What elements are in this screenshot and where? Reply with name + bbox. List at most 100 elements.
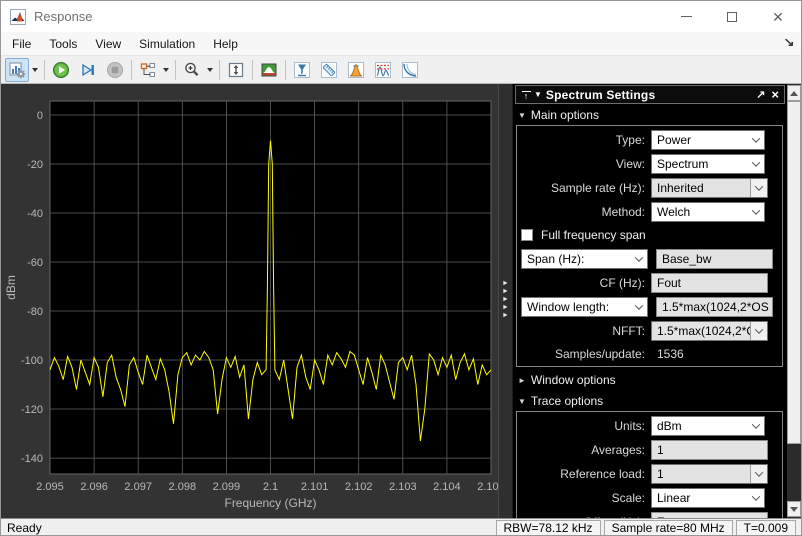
step-forward-button[interactable]: [76, 58, 100, 82]
span-input[interactable]: Base_bw: [656, 249, 773, 269]
type-label: Type:: [615, 133, 645, 147]
svg-text:2.1: 2.1: [263, 481, 278, 493]
zoom-dropdown[interactable]: [204, 58, 215, 82]
close-button[interactable]: ✕: [755, 1, 801, 32]
span-mode-select[interactable]: Span (Hz):: [521, 249, 648, 269]
caret-down-icon: [162, 67, 169, 72]
title-bar: Response ✕: [1, 1, 801, 32]
run-button[interactable]: [49, 58, 73, 82]
section-window-options[interactable]: ► Window options: [513, 369, 787, 390]
full-frequency-span-row: Full frequency span: [521, 225, 779, 245]
fit-to-view-button[interactable]: [224, 58, 248, 82]
maximize-button[interactable]: [709, 1, 755, 32]
menu-view[interactable]: View: [86, 33, 130, 55]
status-rbw: RBW=78.12 kHz: [495, 520, 601, 535]
svg-text:2.095: 2.095: [36, 481, 64, 493]
panel-splitter[interactable]: ► ► ► ► ►: [498, 84, 513, 518]
ccdf-measurements-button[interactable]: [398, 58, 422, 82]
full-frequency-span-checkbox[interactable]: [521, 229, 533, 241]
main-content: 2.095 2.096 2.097 2.098 2.099 2.1 2.101 2.102 2.…: [1, 84, 801, 518]
sample-rate-combo[interactable]: Inherited: [651, 178, 768, 198]
stop-icon: [107, 61, 123, 78]
undock-panel-icon[interactable]: ↗: [756, 88, 765, 101]
zoom-in-button[interactable]: [180, 58, 204, 82]
matlab-app-icon: [10, 8, 26, 25]
simulink-model-button[interactable]: [136, 58, 160, 82]
fit-to-view-icon: [228, 62, 244, 77]
window-length-input[interactable]: 1.5*max(1024,2*OS: [656, 297, 773, 317]
main-options-group: Type: Power View: Spectrum Sample rate (…: [516, 125, 783, 367]
section-main-options[interactable]: ▼ Main options: [513, 104, 787, 125]
scale-select[interactable]: Linear: [651, 488, 765, 508]
ccdf-measurements-icon: [402, 61, 418, 78]
svg-text:-60: -60: [27, 257, 43, 269]
menu-bar: File Tools View Simulation Help ↘: [1, 32, 801, 56]
status-ready: Ready: [7, 521, 42, 535]
svg-text:2.102: 2.102: [345, 481, 373, 493]
svg-text:Frequency (GHz): Frequency (GHz): [224, 496, 316, 510]
simulink-model-dropdown[interactable]: [160, 58, 171, 82]
settings-panel-header: ↑ ▼ Spectrum Settings ↗ ×: [515, 85, 785, 104]
menu-help[interactable]: Help: [204, 33, 247, 55]
spectrum-settings-dropdown[interactable]: [29, 58, 40, 82]
zoom-in-icon: [185, 62, 199, 76]
minimize-button[interactable]: [663, 1, 709, 32]
dock-icon[interactable]: ↘: [783, 35, 794, 49]
window-length-mode-select[interactable]: Window length:: [521, 297, 648, 317]
spectrum-settings-panel: ↑ ▼ Spectrum Settings ↗ × ▼ Main options…: [513, 84, 787, 518]
type-select[interactable]: Power: [651, 130, 765, 150]
close-icon: ✕: [772, 8, 784, 25]
svg-text:2.098: 2.098: [169, 481, 197, 493]
spectrum-settings-button[interactable]: [5, 57, 29, 82]
spectrum-view-button[interactable]: [257, 58, 281, 82]
distortion-measurements-button[interactable]: [371, 58, 395, 82]
chevron-down-icon: [747, 155, 764, 173]
cursor-measurements-button[interactable]: [317, 58, 341, 82]
toolbar: [1, 56, 801, 84]
svg-text:-120: -120: [21, 404, 43, 416]
svg-text:2.103: 2.103: [389, 481, 417, 493]
sample-rate-label: Sample rate (Hz):: [550, 181, 645, 195]
reference-load-combo[interactable]: 1: [651, 464, 768, 484]
chevron-down-icon: [747, 417, 764, 435]
pin-panel-icon[interactable]: ↑: [520, 86, 532, 104]
stop-button[interactable]: [103, 58, 127, 82]
collapse-panel-icon[interactable]: ▼: [534, 90, 542, 99]
cf-input[interactable]: Fout: [651, 273, 768, 293]
units-select[interactable]: dBm: [651, 416, 765, 436]
chevron-down-icon: [750, 465, 767, 483]
scroll-down-button[interactable]: [787, 501, 801, 517]
caret-down-icon: [206, 67, 213, 72]
scrollbar-thumb[interactable]: [787, 101, 801, 444]
section-expanded-icon: ▼: [518, 110, 526, 120]
section-trace-options[interactable]: ▼ Trace options: [513, 390, 787, 411]
status-sample-rate: Sample rate=80 MHz: [603, 520, 733, 535]
settings-scrollbar[interactable]: [787, 84, 801, 518]
scale-label: Scale:: [611, 491, 645, 505]
svg-text:-20: -20: [27, 159, 43, 171]
samples-update-value: 1536: [657, 347, 684, 361]
menu-tools[interactable]: Tools: [40, 33, 86, 55]
reference-load-label: Reference load:: [560, 467, 645, 481]
trace-options-group: Units: dBm Averages: 1 Reference load: 1: [516, 411, 783, 518]
averages-input[interactable]: 1: [651, 440, 768, 460]
toolbar-separator: [131, 59, 132, 80]
samples-update-label: Samples/update:: [554, 347, 645, 361]
svg-text:2.101: 2.101: [301, 481, 329, 493]
signal-statistics-button[interactable]: [290, 58, 314, 82]
close-panel-icon[interactable]: ×: [771, 88, 779, 101]
spectrum-plot[interactable]: 2.095 2.096 2.097 2.098 2.099 2.1 2.101 2.102 2.…: [1, 84, 498, 518]
nfft-combo[interactable]: 1.5*max(1024,2*O: [651, 321, 768, 341]
view-select[interactable]: Spectrum: [651, 154, 765, 174]
svg-text:2.104: 2.104: [433, 481, 461, 493]
peak-finder-button[interactable]: [344, 58, 368, 82]
menu-simulation[interactable]: Simulation: [130, 33, 204, 55]
method-select[interactable]: Welch: [651, 202, 765, 222]
section-expanded-icon: ▼: [518, 396, 526, 406]
menu-file[interactable]: File: [3, 33, 40, 55]
arrow-up-icon: [790, 90, 798, 96]
svg-text:-100: -100: [21, 355, 43, 367]
step-forward-icon: [82, 63, 94, 76]
toolbar-separator: [175, 59, 176, 80]
scroll-up-button[interactable]: [787, 85, 801, 101]
